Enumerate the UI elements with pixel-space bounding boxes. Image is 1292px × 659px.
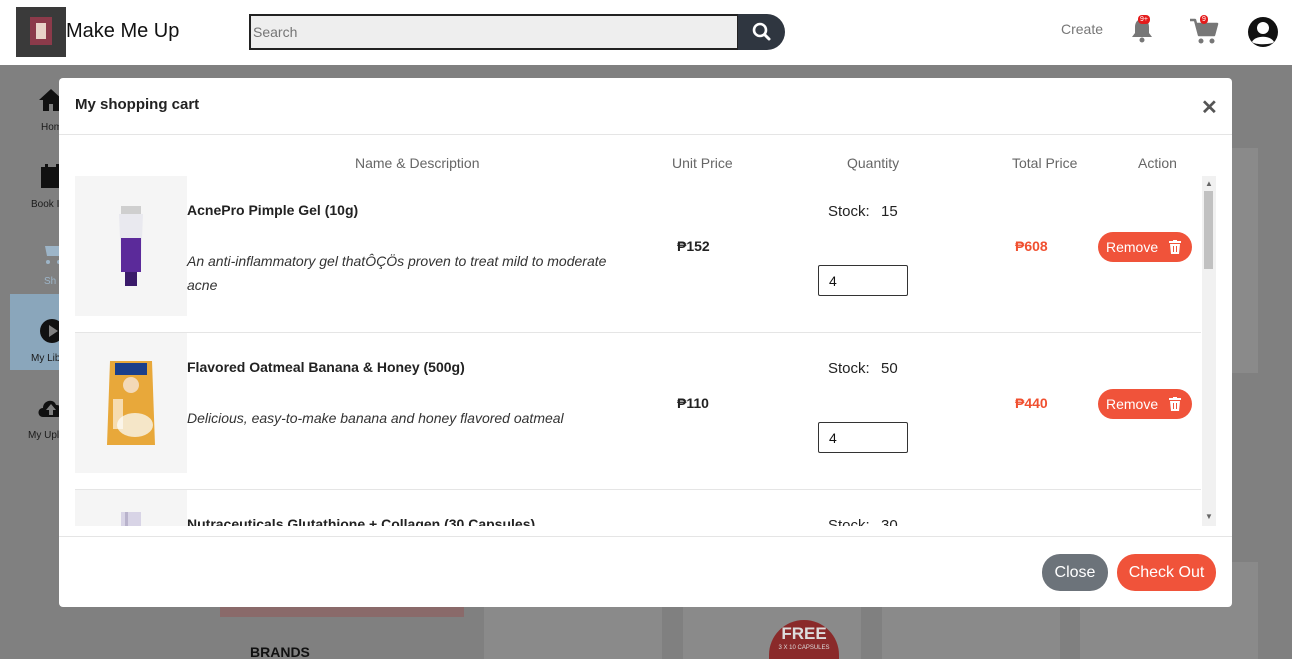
search-input[interactable] — [249, 14, 739, 50]
quantity-input[interactable] — [818, 265, 908, 296]
scroll-down-icon[interactable]: ▼ — [1205, 512, 1213, 521]
column-header-total-price: Total Price — [1012, 155, 1078, 171]
product-image — [75, 490, 187, 526]
cart-button[interactable]: 9 — [1189, 15, 1219, 45]
product-name: AcnePro Pimple Gel (10g) — [187, 202, 359, 218]
cart-item-row: Flavored Oatmeal Banana & Honey (500g) D… — [75, 333, 1201, 490]
create-link[interactable]: Create — [1061, 21, 1103, 37]
product-image — [75, 176, 187, 316]
logo[interactable] — [16, 7, 66, 57]
total-price: ₱608 — [1015, 238, 1048, 254]
search-bar — [249, 14, 785, 50]
trash-icon — [1169, 240, 1181, 254]
stock-value: 30 — [881, 517, 898, 526]
column-header-unit-price: Unit Price — [672, 155, 733, 171]
quantity-input[interactable] — [818, 422, 908, 453]
stock-value: 15 — [881, 203, 898, 220]
column-header-quantity: Quantity — [847, 155, 900, 171]
close-icon[interactable]: ✕ — [1201, 95, 1218, 120]
remove-label: Remove — [1106, 396, 1159, 412]
scrollbar-thumb[interactable] — [1204, 191, 1213, 269]
notifications-button[interactable]: 9+ — [1130, 15, 1156, 43]
search-button[interactable] — [738, 14, 785, 50]
cart-item-row: AcnePro Pimple Gel (10g) An anti-inflamm… — [75, 176, 1201, 333]
stock-label: Stock: — [828, 517, 870, 526]
trash-icon — [1169, 397, 1181, 411]
product-name: Flavored Oatmeal Banana & Honey (500g) — [187, 359, 465, 375]
remove-label: Remove — [1106, 239, 1159, 255]
modal-header: My shopping cart ✕ — [59, 78, 1232, 135]
user-avatar-icon — [1248, 17, 1278, 47]
product-description: An anti-inflammatory gel thatÔÇÖs proven… — [187, 253, 607, 293]
product-name: Nutraceuticals Glutathione + Collagen (3… — [187, 516, 536, 526]
modal-footer: Close Check Out — [59, 536, 1232, 607]
column-header-name: Name & Description — [355, 155, 480, 171]
scroll-up-icon[interactable]: ▲ — [1205, 179, 1213, 188]
unit-price: ₱110 — [677, 395, 709, 411]
close-button[interactable]: Close — [1042, 554, 1108, 591]
shopping-cart-modal: My shopping cart ✕ Name & Description Un… — [59, 78, 1232, 607]
unit-price: ₱152 — [677, 238, 710, 254]
brands-heading: BRANDS — [250, 644, 310, 659]
scrollbar[interactable]: ▲ ▼ — [1202, 176, 1216, 526]
product-description: Delicious, easy-to-make banana and honey… — [187, 410, 564, 426]
cart-item-row: Nutraceuticals Glutathione + Collagen (3… — [75, 490, 1201, 526]
promo-badge: FREE 3 X 10 CAPSULES — [769, 620, 839, 659]
remove-button[interactable]: Remove — [1098, 389, 1192, 419]
total-price: ₱440 — [1015, 395, 1048, 411]
remove-button[interactable]: Remove — [1098, 232, 1192, 262]
cart-badge: 9 — [1200, 15, 1208, 24]
stock-label: Stock: — [828, 203, 870, 220]
cart-item-list[interactable]: AcnePro Pimple Gel (10g) An anti-inflamm… — [75, 176, 1217, 526]
stock-label: Stock: — [828, 360, 870, 377]
top-navbar: Make Me Up Create 9+ 9 — [0, 0, 1292, 65]
product-image — [75, 333, 187, 473]
checkout-button[interactable]: Check Out — [1117, 554, 1216, 591]
column-header-action: Action — [1138, 155, 1177, 171]
stock-value: 50 — [881, 360, 898, 377]
profile-button[interactable] — [1247, 16, 1279, 48]
notification-badge: 9+ — [1138, 15, 1150, 24]
modal-title: My shopping cart — [75, 96, 200, 113]
search-icon — [752, 22, 771, 41]
brand-name[interactable]: Make Me Up — [66, 20, 179, 43]
